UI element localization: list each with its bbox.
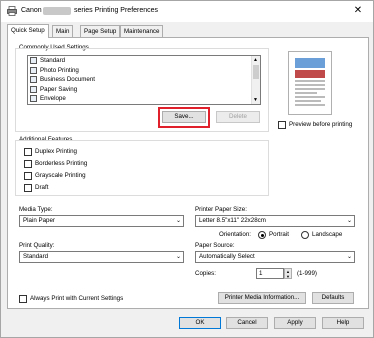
always-print-label: Always Print with Current Settings [30,295,124,302]
save-highlight [158,107,210,128]
envelope-icon [30,95,37,102]
defaults-button[interactable]: Defaults [312,292,354,304]
media-type-select[interactable]: Plain Paper ⌄ [19,215,184,227]
printer-icon [7,6,17,16]
list-item[interactable]: Business Document [30,76,95,85]
scroll-thumb[interactable] [253,65,259,79]
list-item[interactable]: Paper Saving [30,85,77,95]
duplex-printing-checkbox[interactable] [24,148,32,156]
paper-source-select[interactable]: Automatically Select ⌄ [195,251,355,263]
landscape-label: Landscape [312,231,343,238]
ok-button[interactable]: OK [179,317,221,329]
redacted-model-name [43,7,71,15]
page-preview [288,51,332,115]
photo-icon [30,66,37,74]
list-item[interactable]: Envelope [30,95,66,104]
tab-page-setup[interactable]: Page Setup [80,25,121,37]
preview-image [295,58,325,106]
delete-button[interactable]: Delete [216,111,260,123]
printing-preferences-dialog: Canon series Printing Preferences ✕ Quic… [0,0,374,338]
copies-spinner[interactable]: ▲ ▼ [284,268,292,279]
help-button[interactable]: Help [322,317,364,329]
title-bar: Canon series Printing Preferences ✕ [1,1,373,22]
duplex-printing-label: Duplex Printing [35,148,77,155]
close-icon[interactable]: ✕ [347,3,369,19]
printer-paper-size-label: Printer Paper Size: [195,206,247,213]
media-type-label: Media Type: [19,206,53,213]
copies-range-label: (1-999) [297,270,317,277]
grayscale-printing-label: Grayscale Printing [35,172,86,179]
chevron-down-icon: ⌄ [175,218,181,224]
title-brand: Canon [21,7,42,14]
print-quality-label: Print Quality: [19,242,55,249]
title-text: series Printing Preferences [74,7,159,14]
cancel-button[interactable]: Cancel [226,317,268,329]
paper-saving-icon [30,85,37,93]
portrait-radio[interactable] [258,231,266,239]
borderless-printing-checkbox[interactable] [24,160,32,168]
grayscale-printing-checkbox[interactable] [24,172,32,180]
document-icon [30,76,37,83]
preview-before-printing-label: Preview before printing [289,121,353,128]
commonly-used-settings-list[interactable]: Standard Photo Printing Business Documen… [27,55,261,105]
copies-label: Copies: [195,270,216,277]
dialog-footer: OK Cancel Apply Help [1,311,373,337]
scroll-up-icon[interactable]: ▲ [253,57,258,63]
apply-button[interactable]: Apply [274,317,316,329]
draft-label: Draft [35,184,49,191]
landscape-radio[interactable] [301,231,309,239]
chevron-down-icon: ⌄ [346,254,352,260]
list-item[interactable]: Standard [30,57,65,66]
copies-input[interactable]: 1 [256,268,284,279]
printer-paper-size-select[interactable]: Letter 8.5"x11" 22x28cm ⌄ [195,215,355,227]
printer-media-information-button[interactable]: Printer Media Information... [218,292,306,304]
borderless-printing-label: Borderless Printing [35,160,88,167]
chevron-down-icon: ⌄ [346,218,352,224]
tab-maintenance[interactable]: Maintenance [120,25,164,37]
paper-source-label: Paper Source: [195,242,235,249]
draft-checkbox[interactable] [24,184,32,192]
preview-before-printing-checkbox[interactable] [278,121,286,129]
list-item[interactable]: Photo Printing [30,66,79,76]
portrait-label: Portrait [269,231,289,238]
scroll-down-icon[interactable]: ▼ [253,97,258,103]
print-quality-select[interactable]: Standard ⌄ [19,251,184,263]
document-icon [30,57,37,64]
always-print-checkbox[interactable] [19,295,27,303]
tab-main[interactable]: Main [52,25,74,37]
list-scrollbar[interactable]: ▲ ▼ [251,56,260,104]
chevron-down-icon: ⌄ [175,254,181,260]
tab-quick-setup[interactable]: Quick Setup [7,24,49,38]
orientation-label: Orientation: [219,231,251,238]
